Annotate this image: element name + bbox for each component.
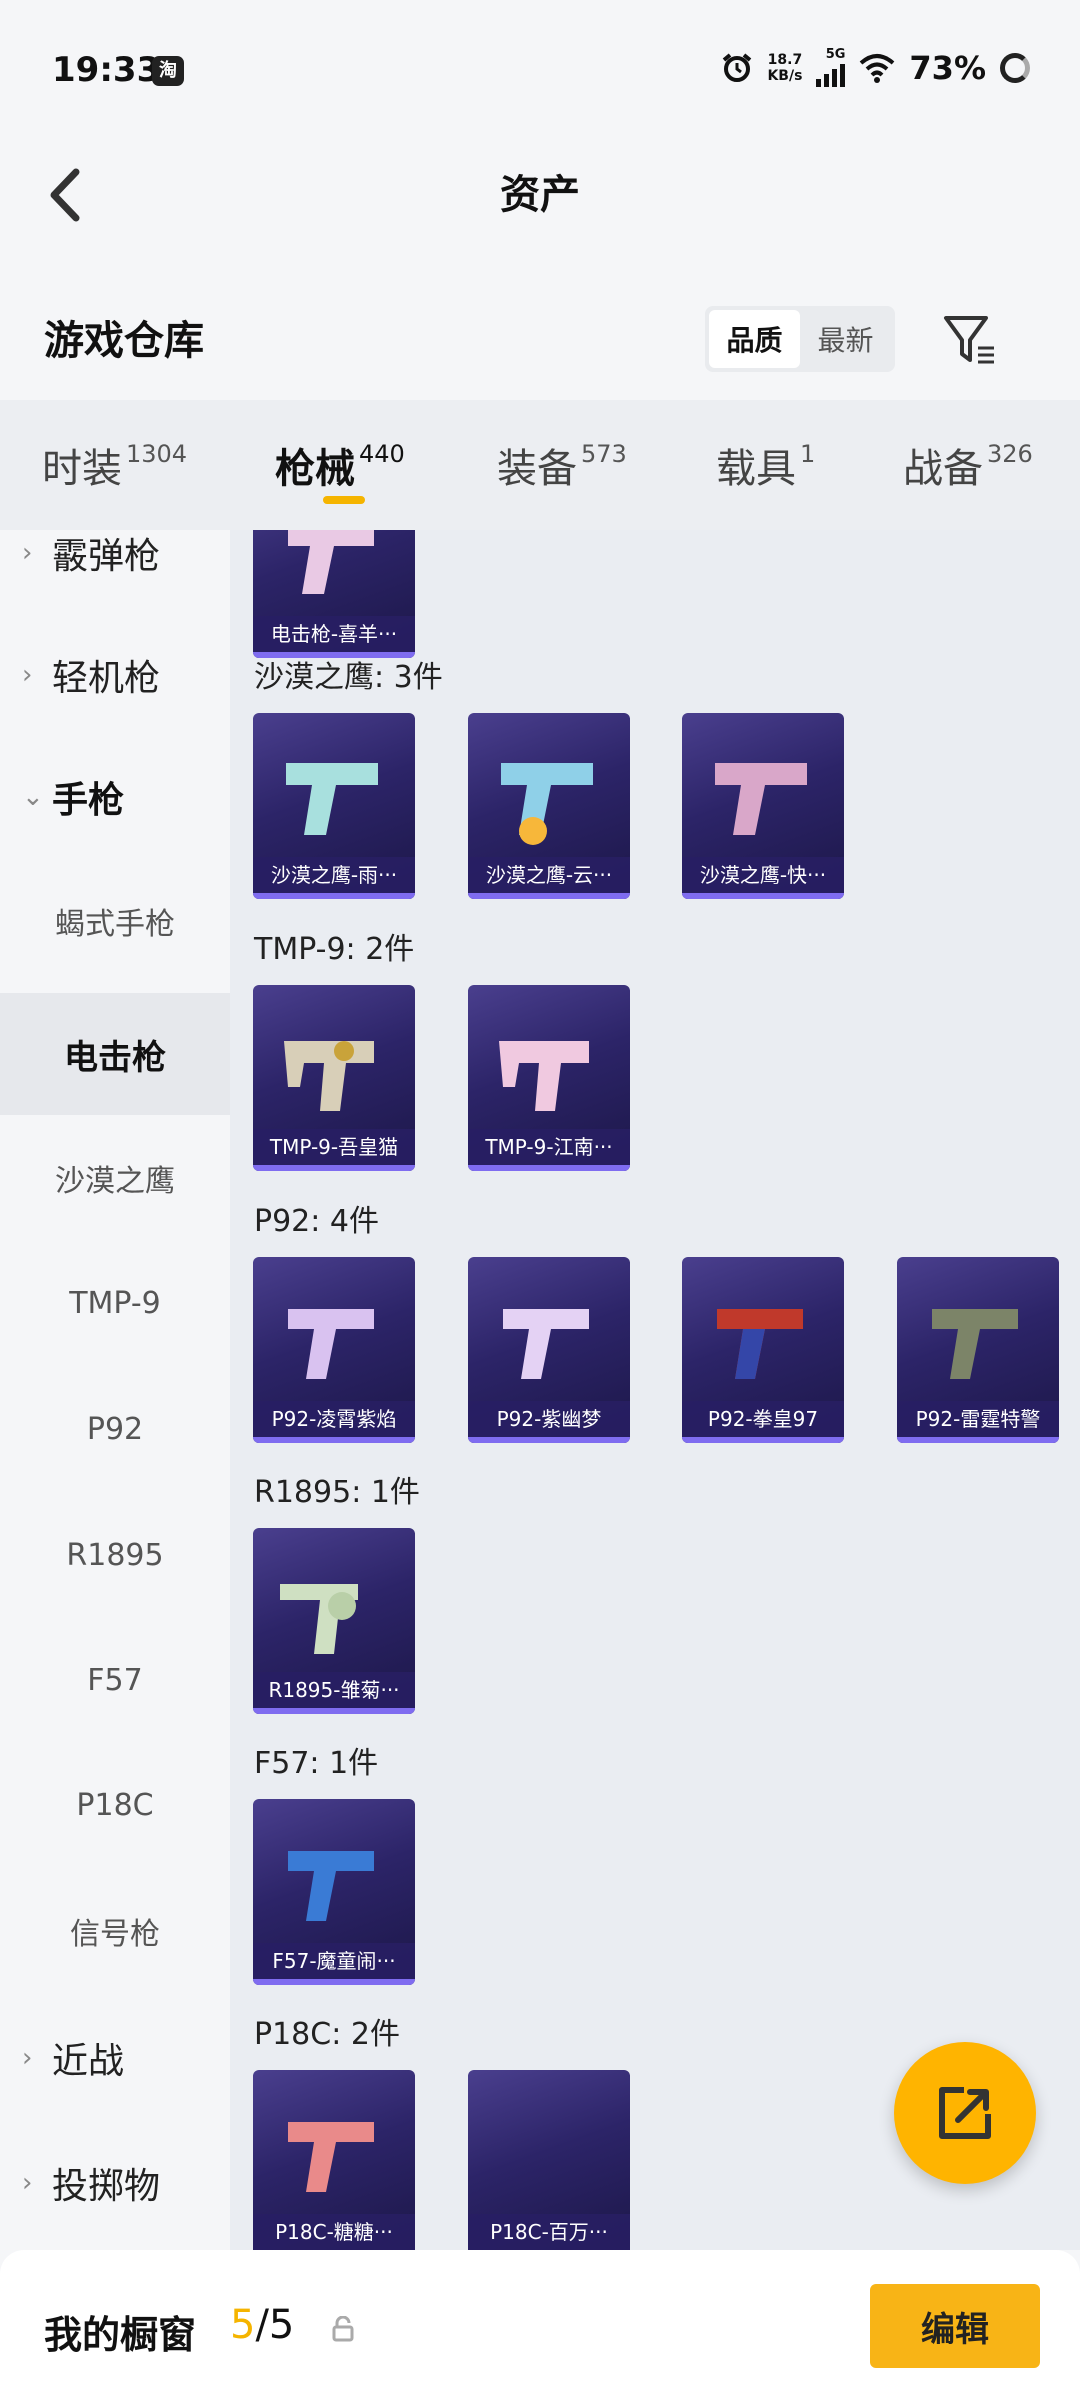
status-bar: 19:33 淘 18.7 KB/s 5G 73% xyxy=(0,0,1080,140)
pistol-icon xyxy=(501,763,593,845)
tab-supplies[interactable]: 战备 326 xyxy=(903,436,1033,494)
taobao-notification-icon: 淘 xyxy=(152,56,184,86)
category-tabs: 时装 1304 枪械 440 装备 573 载具 1 战备 326 xyxy=(0,400,1080,530)
wifi-icon xyxy=(860,53,895,83)
chevron-down-icon: ⌄ xyxy=(22,782,44,812)
smg-icon xyxy=(284,1041,374,1111)
sidebar-item-pistol[interactable]: ⌄ 手枪 xyxy=(0,736,230,858)
weapon-card[interactable]: P18C-糖糖··· xyxy=(253,2070,415,2250)
sidebar-item-shotgun[interactable]: › 霰弹枪 xyxy=(0,530,230,614)
edit-button[interactable]: 编辑 xyxy=(870,2284,1040,2368)
battery-percent: 73% xyxy=(909,48,986,87)
tab-vehicles[interactable]: 载具 1 xyxy=(716,436,815,494)
weapon-card[interactable]: P92-凌霄紫焰 xyxy=(253,1257,415,1443)
sidebar-item-p18c[interactable]: P18C xyxy=(0,1744,230,1866)
section-title: F57: 1件 xyxy=(254,1746,379,1781)
chevron-right-icon: › xyxy=(22,2043,33,2073)
pistol-icon xyxy=(286,763,378,835)
sidebar-item-p92[interactable]: P92 xyxy=(0,1368,230,1490)
warehouse-header: 游戏仓库 品质 最新 xyxy=(0,280,1080,400)
sidebar-item-flare-gun[interactable]: 信号枪 xyxy=(0,1870,230,1992)
sidebar-item-desert-eagle[interactable]: 沙漠之鹰 xyxy=(0,1117,230,1239)
weapon-card[interactable]: 沙漠之鹰-云··· xyxy=(468,713,630,899)
weapon-card[interactable]: P92-紫幽梦 xyxy=(468,1257,630,1443)
sidebar-item-throwables[interactable]: › 投掷物 xyxy=(0,2122,230,2244)
section-title: 沙漠之鹰: 3件 xyxy=(254,660,443,695)
weapon-card[interactable]: P18C-百万··· xyxy=(468,2070,630,2250)
share-button[interactable] xyxy=(894,2042,1036,2184)
active-tab-indicator xyxy=(323,496,365,504)
pistol-icon xyxy=(288,1309,374,1379)
sidebar-item-melee[interactable]: › 近战 xyxy=(0,1997,230,2119)
pistol-icon xyxy=(288,530,374,594)
tab-equipment[interactable]: 装备 573 xyxy=(497,436,627,494)
pistol-icon xyxy=(932,1309,1018,1379)
sidebar-item-scorpion[interactable]: 蝎式手枪 xyxy=(0,860,230,982)
pistol-icon xyxy=(288,1851,374,1921)
sidebar-item-lmg[interactable]: › 轻机枪 xyxy=(0,614,230,736)
tab-fashion[interactable]: 时装 1304 xyxy=(42,436,187,494)
sidebar-item-stun-gun[interactable]: 电击枪 xyxy=(0,993,230,1115)
showcase-label: 我的橱窗 xyxy=(44,2313,197,2357)
clock: 19:33 xyxy=(52,50,161,90)
weapon-card[interactable]: P92-雷霆特警 xyxy=(897,1257,1059,1443)
section-title: R1895: 1件 xyxy=(254,1475,420,1510)
lock-icon xyxy=(332,2316,354,2342)
battery-ring-icon xyxy=(1000,52,1030,83)
chevron-right-icon: › xyxy=(22,660,33,690)
sidebar-item-r1895[interactable]: R1895 xyxy=(0,1494,230,1616)
filter-icon[interactable] xyxy=(940,310,1000,370)
pistol-icon xyxy=(715,763,807,835)
section-title: P92: 4件 xyxy=(254,1204,379,1239)
weapon-grid: 电击枪-喜羊··· 沙漠之鹰: 3件 沙漠之鹰-雨··· 沙漠之鹰-云··· 沙… xyxy=(230,530,1080,2250)
pistol-icon xyxy=(717,1309,803,1379)
status-icons: 18.7 KB/s 5G 73% xyxy=(721,48,1030,87)
section-title: TMP-9: 2件 xyxy=(254,932,415,967)
showcase-bar: 我的橱窗 5/5 编辑 xyxy=(0,2250,1080,2400)
pistol-icon xyxy=(288,2122,374,2192)
weapon-card[interactable]: 沙漠之鹰-快··· xyxy=(682,713,844,899)
weapon-card[interactable]: F57-魔童闹··· xyxy=(253,1799,415,1985)
cellular-signal-icon: 5G xyxy=(816,48,846,87)
page-title: 资产 xyxy=(500,172,580,218)
weapon-card[interactable]: 沙漠之鹰-雨··· xyxy=(253,713,415,899)
chevron-right-icon: › xyxy=(22,538,33,568)
weapon-type-sidebar: › 霰弹枪 › 轻机枪 ⌄ 手枪 蝎式手枪 电击枪 沙漠之鹰 TMP-9 P92 R1… xyxy=(0,530,230,2250)
smg-icon xyxy=(499,1041,589,1111)
warehouse-title: 游戏仓库 xyxy=(44,318,204,364)
sidebar-item-tmp9[interactable]: TMP-9 xyxy=(0,1242,230,1364)
alarm-icon xyxy=(723,52,752,82)
sort-toggle: 品质 最新 xyxy=(705,306,895,372)
share-icon xyxy=(939,2087,991,2139)
weapon-card[interactable]: TMP-9-江南··· xyxy=(468,985,630,1171)
showcase-count: 5/5 xyxy=(230,2302,295,2348)
weapon-card[interactable]: R1895-雏菊··· xyxy=(253,1528,415,1714)
sort-by-newest-button[interactable]: 最新 xyxy=(800,310,891,368)
sort-by-quality-button[interactable]: 品质 xyxy=(709,310,800,368)
revolver-icon xyxy=(280,1584,358,1654)
top-navigation: 资产 xyxy=(0,140,1080,250)
weapon-card[interactable]: 电击枪-喜羊··· xyxy=(253,530,415,658)
sidebar-item-f57[interactable]: F57 xyxy=(0,1619,230,1741)
weapon-card[interactable]: P92-拳皇97 xyxy=(682,1257,844,1443)
chevron-right-icon: › xyxy=(22,2168,33,2198)
pistol-icon xyxy=(503,1309,589,1379)
tab-firearms[interactable]: 枪械 440 xyxy=(275,436,405,494)
section-title: P18C: 2件 xyxy=(254,2017,400,2052)
weapon-card[interactable]: TMP-9-吾皇猫 xyxy=(253,985,415,1171)
network-speed: 18.7 KB/s xyxy=(767,51,803,84)
